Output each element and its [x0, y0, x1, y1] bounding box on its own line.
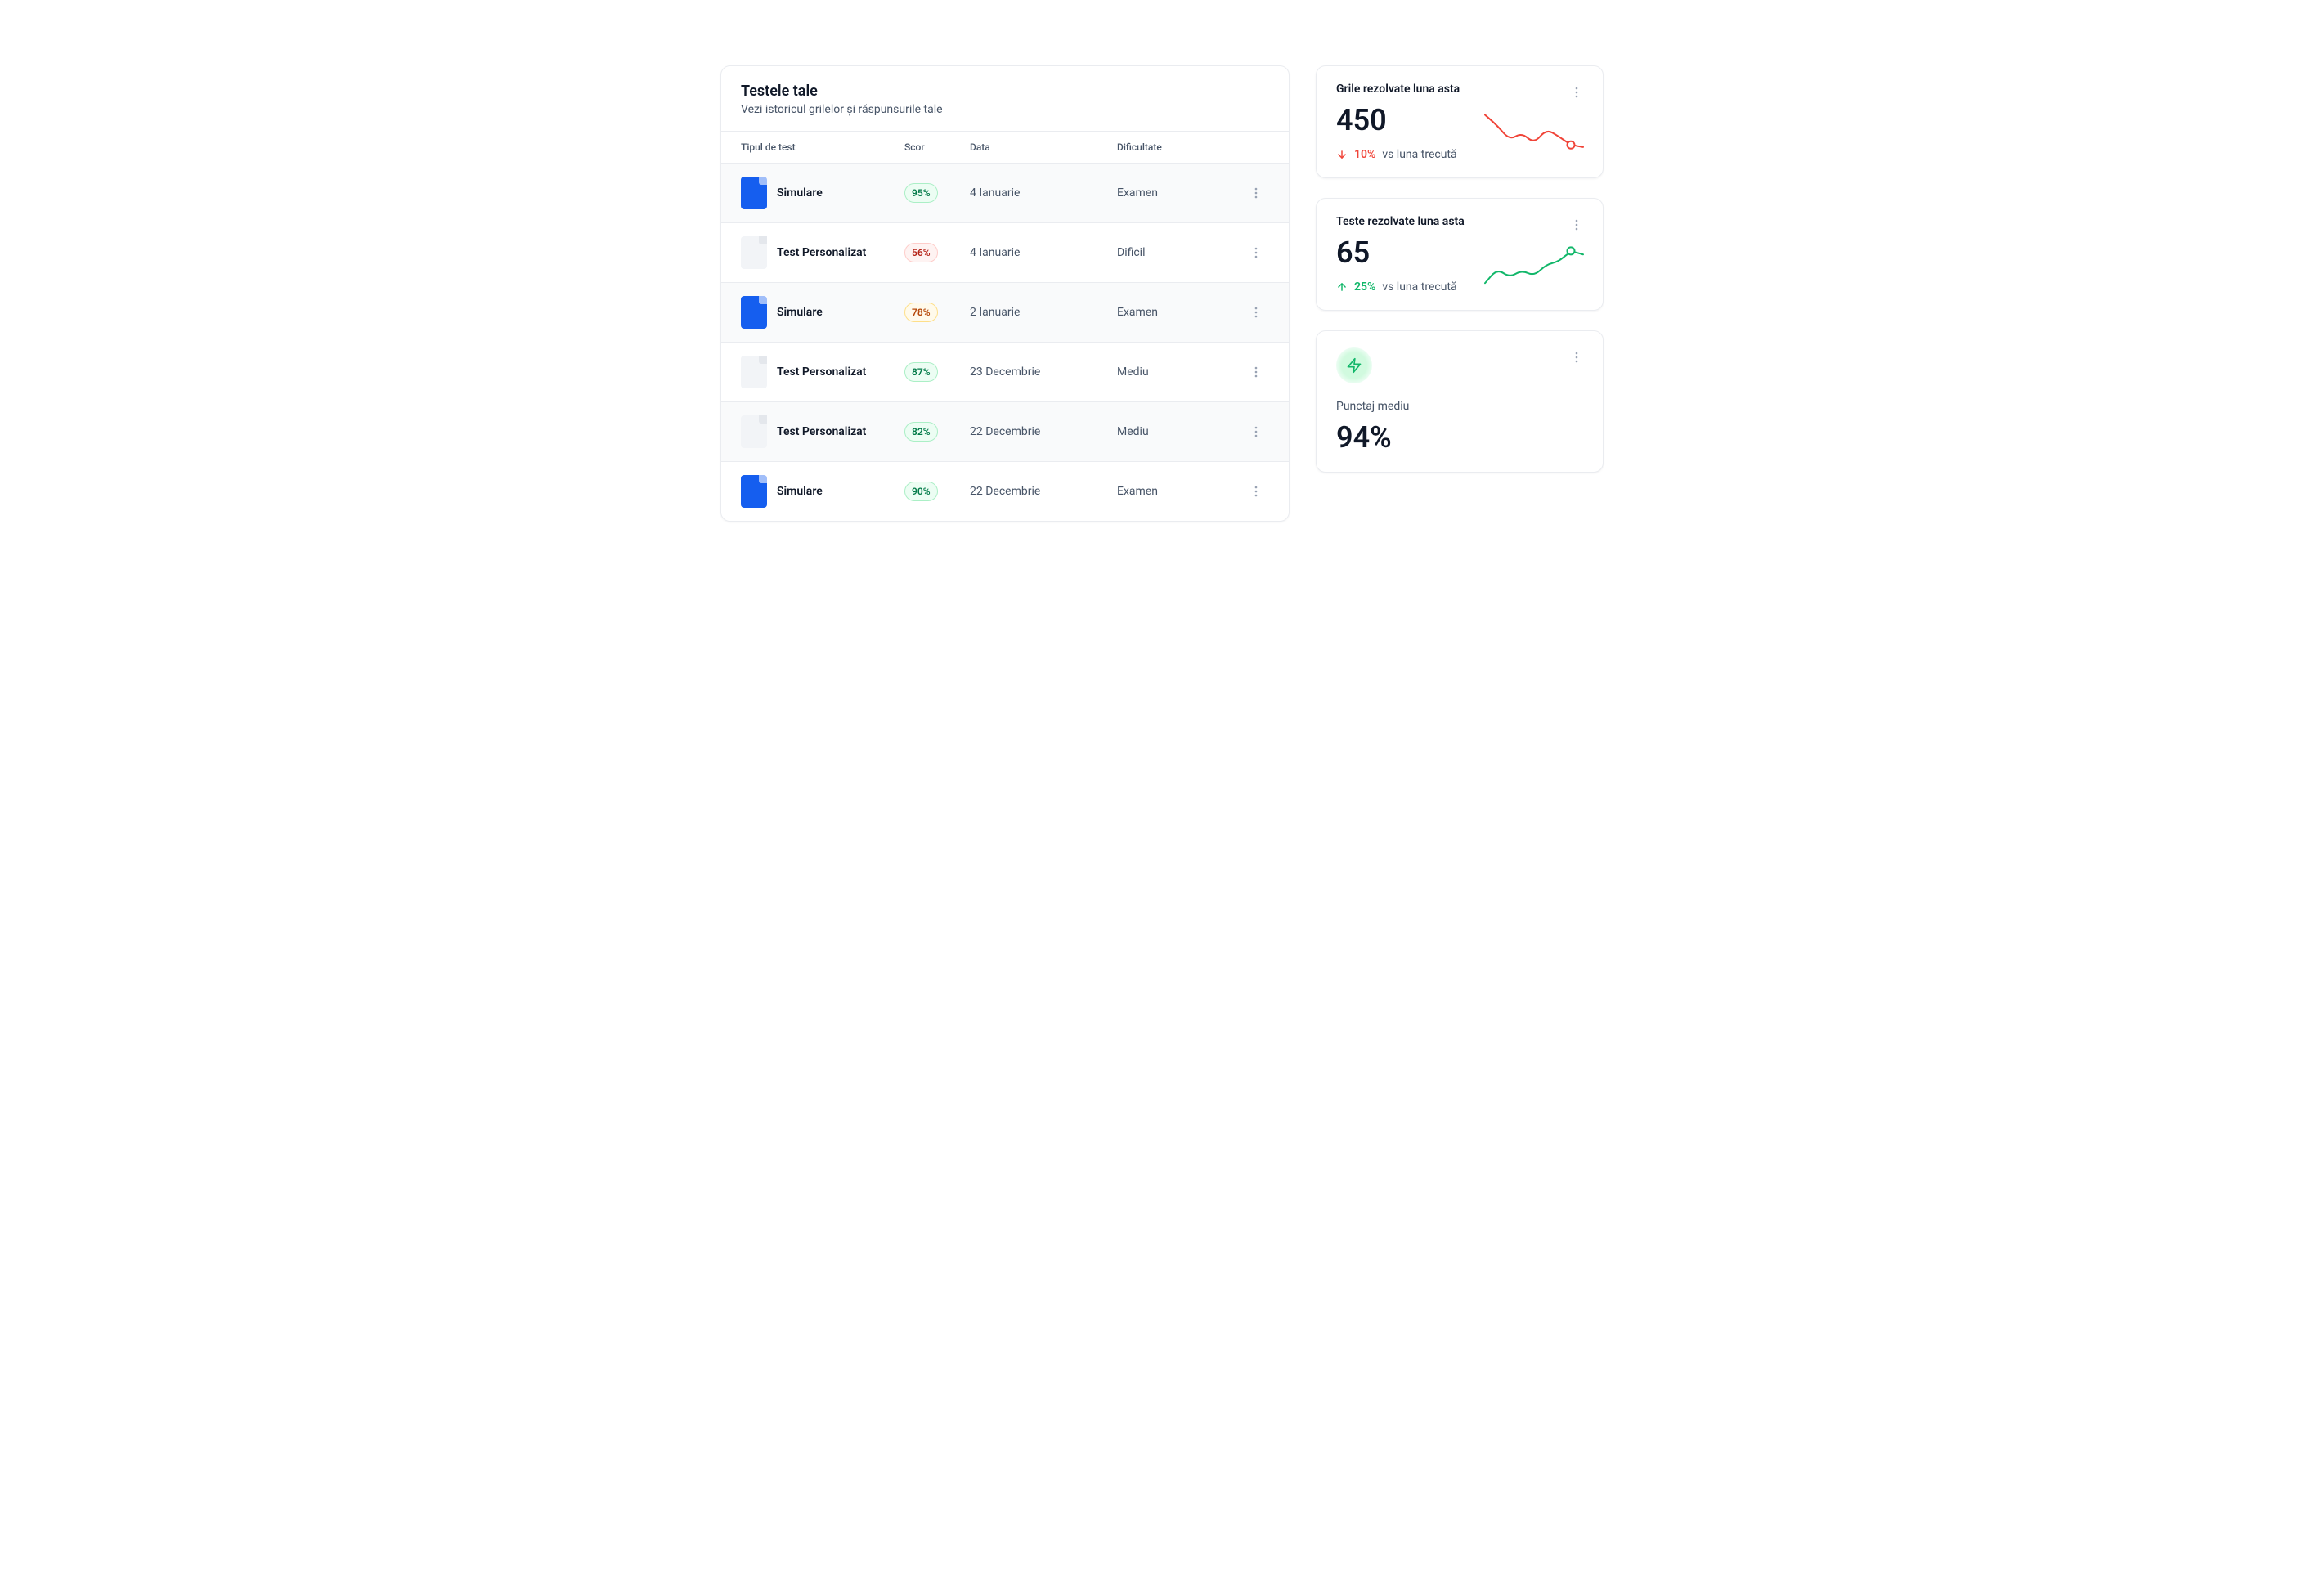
tests-table-body: Simulare95%4 IanuarieExamenTest Personal… — [721, 164, 1289, 521]
document-icon — [741, 356, 767, 388]
score-badge: 95% — [904, 183, 938, 203]
arrow-up-icon — [1336, 281, 1348, 293]
row-type-label: Simulare — [777, 485, 823, 498]
row-type-label: Test Personalizat — [777, 365, 866, 379]
row-menu-button[interactable] — [1243, 240, 1269, 266]
card-teste: Teste rezolvate luna asta 65 25% vs luna… — [1316, 198, 1604, 311]
table-row[interactable]: Test Personalizat 87% 23 DecembrieMediu — [721, 343, 1289, 402]
more-vertical-icon — [1249, 485, 1263, 498]
row-type-label: Test Personalizat — [777, 246, 866, 259]
card-grile-value: 450 — [1336, 102, 1457, 138]
table-row[interactable]: Test Personalizat 82% 22 DecembrieMediu — [721, 402, 1289, 462]
more-vertical-icon — [1249, 246, 1263, 259]
document-icon — [741, 296, 767, 329]
card-teste-trend-pct: 25% — [1354, 280, 1375, 294]
row-difficulty: Examen — [1117, 485, 1230, 498]
more-vertical-icon — [1249, 425, 1263, 438]
more-vertical-icon — [1249, 365, 1263, 379]
more-vertical-icon — [1249, 186, 1263, 200]
more-vertical-icon — [1570, 86, 1583, 99]
table-row[interactable]: Simulare 78% 2 IanuarieExamen — [721, 283, 1289, 343]
card-grile-menu-button[interactable] — [1564, 79, 1590, 105]
score-badge: 78% — [904, 303, 938, 322]
row-date: 2 Ianuarie — [970, 306, 1117, 319]
tests-title: Testele tale — [741, 83, 1269, 100]
row-type-label: Simulare — [777, 306, 823, 319]
card-teste-title: Teste rezolvate luna asta — [1336, 215, 1586, 228]
document-icon — [741, 177, 767, 209]
table-row[interactable]: Test Personalizat 56% 4 IanuarieDificil — [721, 223, 1289, 283]
row-date: 22 Decembrie — [970, 485, 1117, 498]
more-vertical-icon — [1249, 306, 1263, 319]
document-icon — [741, 236, 767, 269]
row-type-label: Test Personalizat — [777, 425, 866, 438]
col-type: Tipul de test — [741, 141, 904, 153]
card-grile-title: Grile rezolvate luna asta — [1336, 83, 1586, 96]
row-difficulty: Dificil — [1117, 246, 1230, 259]
zap-icon — [1336, 347, 1372, 383]
row-difficulty: Examen — [1117, 186, 1230, 200]
card-grile-trend-vs: vs luna trecută — [1382, 148, 1456, 161]
col-score: Scor — [904, 141, 970, 153]
document-icon — [741, 475, 767, 508]
score-badge: 56% — [904, 243, 938, 262]
row-difficulty: Mediu — [1117, 365, 1230, 379]
card-grile: Grile rezolvate luna asta 450 10% vs lun… — [1316, 65, 1604, 178]
row-difficulty: Examen — [1117, 306, 1230, 319]
more-vertical-icon — [1570, 351, 1583, 364]
row-type-label: Simulare — [777, 186, 823, 200]
card-punctaj-label: Punctaj mediu — [1336, 400, 1586, 413]
row-difficulty: Mediu — [1117, 425, 1230, 438]
card-teste-trend-vs: vs luna trecută — [1382, 280, 1456, 294]
tests-header: Testele tale Vezi istoricul grilelor și … — [721, 66, 1289, 131]
tests-panel: Testele tale Vezi istoricul grilelor și … — [720, 65, 1290, 522]
row-menu-button[interactable] — [1243, 180, 1269, 206]
card-teste-trend: 25% vs luna trecută — [1336, 280, 1457, 294]
more-vertical-icon — [1570, 218, 1583, 231]
row-date: 23 Decembrie — [970, 365, 1117, 379]
row-menu-button[interactable] — [1243, 478, 1269, 504]
card-grile-trend-pct: 10% — [1354, 148, 1375, 161]
score-badge: 82% — [904, 422, 938, 442]
col-difficulty: Dificultate — [1117, 141, 1230, 153]
row-menu-button[interactable] — [1243, 359, 1269, 385]
card-grile-trend: 10% vs luna trecută — [1336, 148, 1457, 161]
row-date: 4 Ianuarie — [970, 246, 1117, 259]
score-badge: 87% — [904, 362, 938, 382]
row-date: 22 Decembrie — [970, 425, 1117, 438]
card-punctaj-menu-button[interactable] — [1564, 344, 1590, 370]
col-date: Data — [970, 141, 1117, 153]
card-teste-sparkline — [1482, 241, 1586, 294]
row-menu-button[interactable] — [1243, 299, 1269, 325]
row-date: 4 Ianuarie — [970, 186, 1117, 200]
arrow-down-icon — [1336, 149, 1348, 160]
card-punctaj: Punctaj mediu 94% — [1316, 330, 1604, 473]
tests-subtitle: Vezi istoricul grilelor și răspunsurile … — [741, 103, 1269, 116]
score-badge: 90% — [904, 482, 938, 501]
row-menu-button[interactable] — [1243, 419, 1269, 445]
card-teste-value: 65 — [1336, 235, 1457, 271]
card-grile-sparkline — [1482, 109, 1586, 161]
table-row[interactable]: Simulare 90% 22 DecembrieExamen — [721, 462, 1289, 521]
tests-table-head: Tipul de test Scor Data Dificultate — [721, 131, 1289, 164]
document-icon — [741, 415, 767, 448]
card-punctaj-value: 94% — [1336, 419, 1586, 455]
card-teste-menu-button[interactable] — [1564, 212, 1590, 238]
table-row[interactable]: Simulare 95% 4 IanuarieExamen — [721, 164, 1289, 223]
metrics-sidebar: Grile rezolvate luna asta 450 10% vs lun… — [1316, 65, 1604, 522]
